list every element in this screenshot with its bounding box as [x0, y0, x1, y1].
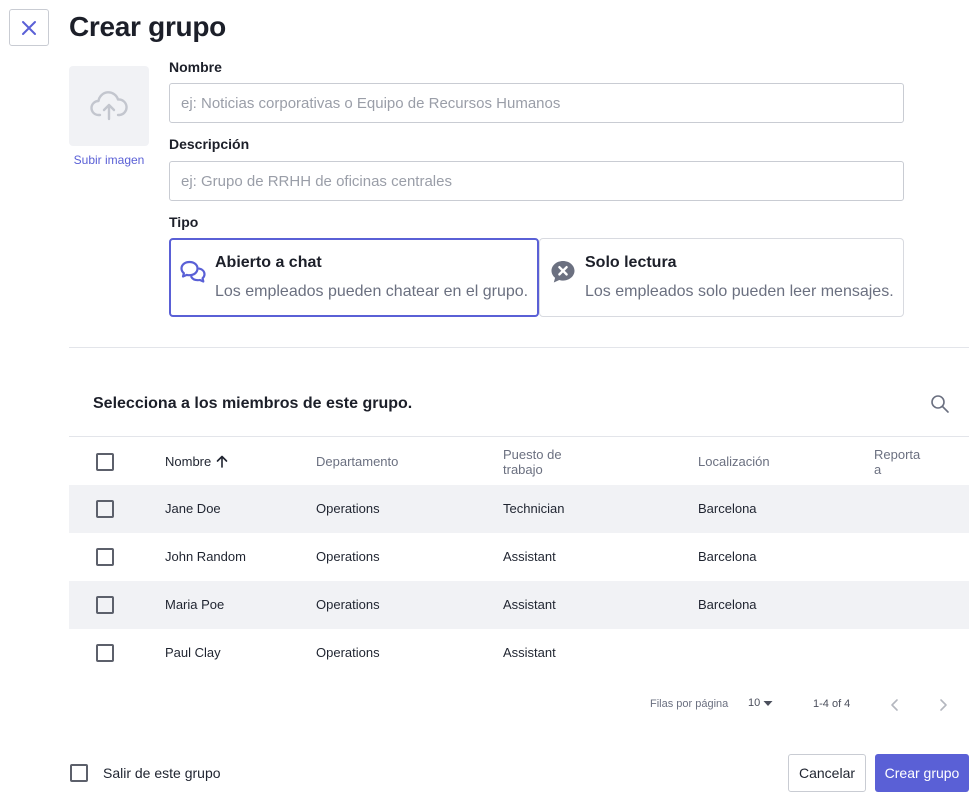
rows-per-page-select[interactable]: 10	[748, 697, 774, 709]
column-header-line: Reporta	[874, 447, 921, 462]
cell-name: Jane Doe	[165, 501, 221, 516]
type-option-title: Abierto a chat	[215, 254, 322, 271]
table-row[interactable]: Maria Poe Operations Assistant Barcelona	[69, 581, 969, 629]
leave-group-label[interactable]: Salir de este grupo	[103, 765, 221, 781]
type-option-description: Los empleados pueden chatear en el grupo…	[215, 283, 529, 300]
search-icon	[931, 395, 949, 413]
cell-name: John Random	[165, 549, 246, 564]
row-checkbox[interactable]	[96, 644, 114, 662]
no-chat-icon	[551, 261, 575, 283]
type-option-read-only[interactable]: Solo lectura Los empleados solo pueden l…	[539, 238, 904, 317]
create-group-button[interactable]: Crear grupo	[875, 754, 969, 792]
type-option-description: Los empleados solo pueden leer mensajes.	[585, 283, 894, 300]
cell-department: Operations	[316, 645, 380, 660]
cell-location: Barcelona	[698, 549, 757, 564]
cell-name: Paul Clay	[165, 645, 221, 660]
section-divider	[69, 347, 969, 348]
column-header-label: Nombre	[165, 454, 212, 469]
cell-department: Operations	[316, 597, 380, 612]
close-icon	[22, 20, 36, 35]
column-header-job[interactable]: Puesto de trabajo	[503, 447, 562, 477]
members-table: Nombre Departamento Puesto de trabajo Lo…	[69, 436, 969, 677]
members-section-title: Selecciona a los miembros de este grupo.	[93, 395, 413, 412]
page-title: Crear grupo	[69, 11, 226, 42]
cell-name: Maria Poe	[165, 597, 225, 612]
image-upload-area[interactable]	[69, 66, 149, 146]
name-input[interactable]	[169, 83, 904, 123]
previous-page-button[interactable]	[887, 697, 903, 713]
cell-location: Barcelona	[698, 597, 757, 612]
type-label: Tipo	[169, 214, 199, 230]
select-all-checkbox[interactable]	[96, 453, 114, 471]
type-option-title: Solo lectura	[585, 254, 677, 271]
row-checkbox[interactable]	[96, 500, 114, 518]
column-header-reports-to[interactable]: Reporta a	[874, 447, 920, 477]
cell-job: Assistant	[503, 597, 556, 612]
next-page-button[interactable]	[935, 697, 951, 713]
arrow-up-icon	[216, 455, 228, 468]
rows-per-page-value: 10	[748, 697, 761, 709]
row-checkbox[interactable]	[96, 596, 114, 614]
cell-location: Barcelona	[698, 501, 757, 516]
table-row[interactable]: Paul Clay Operations Assistant	[69, 629, 969, 677]
column-header-line: a	[874, 462, 882, 477]
column-header-location[interactable]: Localización	[698, 454, 770, 469]
cloud-upload-icon	[90, 91, 128, 121]
close-button[interactable]	[9, 9, 49, 46]
description-input[interactable]	[169, 161, 904, 201]
chat-bubbles-icon	[180, 260, 206, 283]
rows-per-page-label: Filas por página	[650, 698, 729, 710]
description-label: Descripción	[169, 136, 250, 152]
column-header-department[interactable]: Departamento	[316, 454, 398, 469]
caret-down-icon	[763, 701, 773, 706]
table-header: Nombre Departamento Puesto de trabajo Lo…	[69, 436, 969, 485]
cell-job: Assistant	[503, 645, 556, 660]
name-label: Nombre	[169, 59, 222, 75]
cell-department: Operations	[316, 549, 380, 564]
search-button[interactable]	[929, 393, 951, 415]
pagination-range: 1-4 of 4	[813, 698, 851, 710]
column-header-line: trabajo	[503, 462, 543, 477]
cancel-button[interactable]: Cancelar	[788, 754, 866, 792]
table-row[interactable]: John Random Operations Assistant Barcelo…	[69, 533, 969, 581]
column-header-line: Puesto de	[503, 447, 562, 462]
upload-image-link[interactable]: Subir imagen	[69, 153, 149, 167]
chevron-left-icon	[891, 699, 898, 711]
cell-job: Technician	[503, 501, 565, 516]
leave-group-checkbox[interactable]	[70, 764, 88, 782]
type-option-open-chat[interactable]: Abierto a chat Los empleados pueden chat…	[169, 238, 539, 317]
row-checkbox[interactable]	[96, 548, 114, 566]
cell-job: Assistant	[503, 549, 556, 564]
table-row[interactable]: Jane Doe Operations Technician Barcelona	[69, 485, 969, 533]
chevron-right-icon	[940, 699, 947, 711]
cell-department: Operations	[316, 501, 380, 516]
column-header-name[interactable]: Nombre	[165, 454, 228, 469]
